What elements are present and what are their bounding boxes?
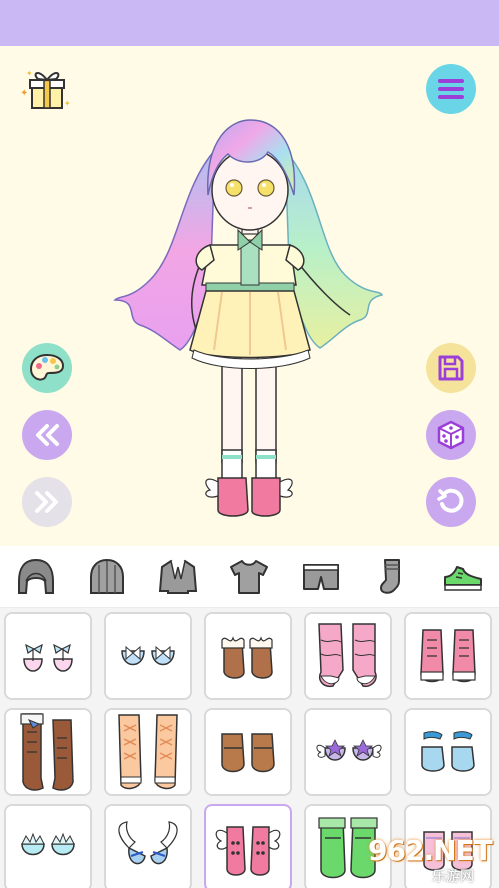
next-button[interactable] <box>22 477 72 527</box>
item-lilac-winged-shoes[interactable] <box>304 708 392 796</box>
tab-jacket[interactable] <box>153 552 203 602</box>
save-icon <box>438 355 464 381</box>
peach-lace-boots-icon <box>118 714 178 790</box>
blue-crown-slippers-icon <box>21 832 75 856</box>
item-peach-lace-boots[interactable] <box>104 708 192 796</box>
brown-loafers-icon <box>221 733 275 773</box>
menu-button[interactable] <box>426 64 476 114</box>
double-chevron-right-icon <box>35 491 58 513</box>
watermark: 962.NET 乐游网 <box>360 830 495 888</box>
pink-bow-flats-icon <box>23 643 73 672</box>
watermark-logo: 962.NET <box>368 834 493 867</box>
menu-icon <box>438 79 464 99</box>
tab-shorts[interactable] <box>296 552 346 602</box>
palette-button[interactable] <box>22 343 72 393</box>
item-brown-knee-boots[interactable] <box>4 708 92 796</box>
watermark-site-name: 乐游网 <box>432 868 474 884</box>
dice-icon <box>437 420 465 450</box>
brown-knee-boots-icon <box>20 713 74 791</box>
pink-winged-sneakers-icon <box>215 826 281 876</box>
item-pink-bow-flats[interactable] <box>4 612 92 700</box>
tab-hair[interactable] <box>11 552 61 602</box>
shoe-icon <box>444 565 483 591</box>
blue-ankle-boots-icon <box>421 731 475 772</box>
character <box>110 110 390 530</box>
jacket-icon <box>159 559 198 594</box>
item-pink-high-top-sneakers[interactable] <box>404 612 492 700</box>
save-button[interactable] <box>426 343 476 393</box>
category-tabs <box>0 546 499 608</box>
item-blue-ankle-boots[interactable] <box>404 708 492 796</box>
svg-text:✦: ✦ <box>26 69 33 78</box>
top-bar <box>0 0 499 46</box>
gift-button[interactable]: ✦ ✦ ✦ <box>18 64 74 114</box>
item-blue-winged-heels[interactable] <box>104 804 192 888</box>
tab-shirt[interactable] <box>224 552 274 602</box>
svg-text:✦: ✦ <box>20 88 28 99</box>
tab-shoe[interactable] <box>438 552 488 602</box>
gift-icon: ✦ ✦ ✦ <box>20 69 71 109</box>
blue-bow-flats-icon <box>121 645 175 666</box>
item-brown-loafers[interactable] <box>204 708 292 796</box>
brown-fur-boots-icon <box>221 636 273 679</box>
item-brown-fur-boots[interactable] <box>204 612 292 700</box>
hat-icon <box>89 558 124 594</box>
previous-button[interactable] <box>22 410 72 460</box>
pink-high-top-sneakers-icon <box>420 629 476 683</box>
tab-hat[interactable] <box>82 552 132 602</box>
undo-icon <box>437 488 464 513</box>
svg-text:✦: ✦ <box>64 99 71 108</box>
shirt-icon <box>230 559 269 594</box>
pink-slouch-boots-icon <box>318 623 377 688</box>
item-blue-bow-flats[interactable] <box>104 612 192 700</box>
item-pink-winged-sneakers[interactable] <box>204 804 292 888</box>
hair-icon <box>17 558 54 594</box>
item-blue-crown-slippers[interactable] <box>4 804 92 888</box>
tab-sock[interactable] <box>367 552 417 602</box>
item-pink-slouch-boots[interactable] <box>304 612 392 700</box>
blue-winged-heels-icon <box>118 821 178 865</box>
character-illustration <box>113 119 384 517</box>
shorts-icon <box>302 563 339 590</box>
sock-icon <box>380 558 401 594</box>
double-chevron-left-icon <box>36 424 59 446</box>
undo-button[interactable] <box>426 477 476 527</box>
lilac-winged-shoes-icon <box>316 739 382 761</box>
palette-icon <box>30 353 64 381</box>
random-button[interactable] <box>426 410 476 460</box>
